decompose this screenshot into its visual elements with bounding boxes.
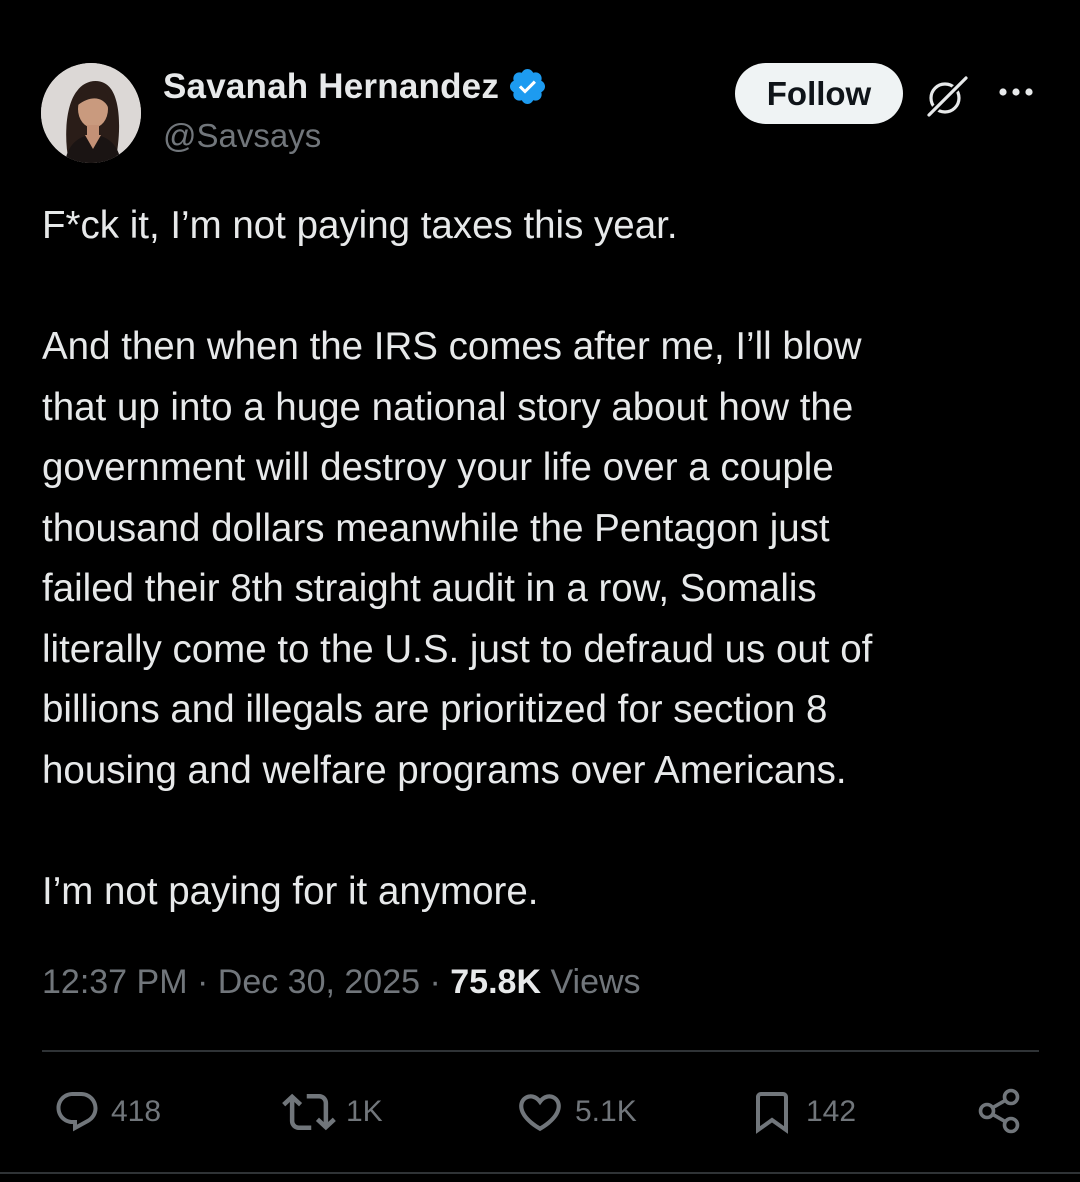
reply-count: 418 — [111, 1095, 162, 1128]
like-button[interactable]: 5.1K — [515, 1086, 637, 1138]
meta-separator: · — [196, 963, 209, 1001]
bookmark-icon — [756, 1092, 788, 1134]
tweet-line: billions and illegals are prioritized fo… — [42, 688, 828, 731]
like-count: 5.1K — [575, 1095, 637, 1128]
reply-button[interactable]: 418 — [53, 1086, 161, 1138]
meta-separator: · — [429, 963, 441, 1001]
author-name-row[interactable]: Savanah Hernandez — [163, 66, 548, 107]
share-icon[interactable] — [975, 1086, 1025, 1136]
views-count: 75.8K — [450, 963, 541, 1001]
tweet-blank-line — [42, 801, 1042, 862]
tweet-line: government will destroy your life over a… — [42, 446, 834, 489]
tweet-line: that up into a huge national story about… — [42, 385, 854, 429]
more-icon[interactable] — [996, 80, 1036, 104]
divider — [42, 1050, 1039, 1052]
tweet-meta: 12:37 PM · Dec 30, 2025 · 75.8K Views — [42, 963, 641, 1002]
tweet-blank-line — [42, 257, 1042, 318]
tweet-line: And then when the IRS comes after me, I’… — [42, 325, 862, 368]
tweet-date[interactable]: Dec 30, 2025 — [218, 963, 420, 1001]
grok-icon[interactable] — [920, 70, 972, 122]
tweet-line: housing and welfare programs over Americ… — [42, 748, 847, 792]
heart-icon — [519, 1094, 561, 1132]
repost-icon — [282, 1093, 336, 1131]
tweet-time[interactable]: 12:37 PM — [42, 963, 188, 1001]
follow-button[interactable]: Follow — [735, 63, 903, 124]
bookmark-count: 142 — [806, 1095, 857, 1128]
repost-count: 1K — [346, 1095, 383, 1128]
tweet-text: F*ck it, I’m not paying taxes this year.… — [42, 196, 1042, 922]
tweet-line: I’m not paying for it anymore. — [42, 869, 539, 913]
bottom-divider — [0, 1172, 1080, 1174]
display-name[interactable]: Savanah Hernandez — [163, 67, 499, 107]
tweet-line: failed their 8th straight audit in a row… — [42, 567, 817, 610]
tweet-line: thousand dollars meanwhile the Pentagon … — [42, 506, 830, 550]
reply-icon — [56, 1092, 98, 1132]
author-handle[interactable]: @Savsays — [163, 117, 321, 155]
tweet-line: literally come to the U.S. just to defra… — [42, 627, 873, 671]
views-label: Views — [550, 963, 641, 1001]
bookmark-button[interactable]: 142 — [748, 1086, 856, 1138]
verified-badge-icon — [510, 68, 546, 105]
tweet-line: F*ck it, I’m not paying taxes this year. — [42, 204, 678, 247]
repost-button[interactable]: 1K — [282, 1086, 383, 1138]
avatar[interactable] — [41, 63, 141, 163]
